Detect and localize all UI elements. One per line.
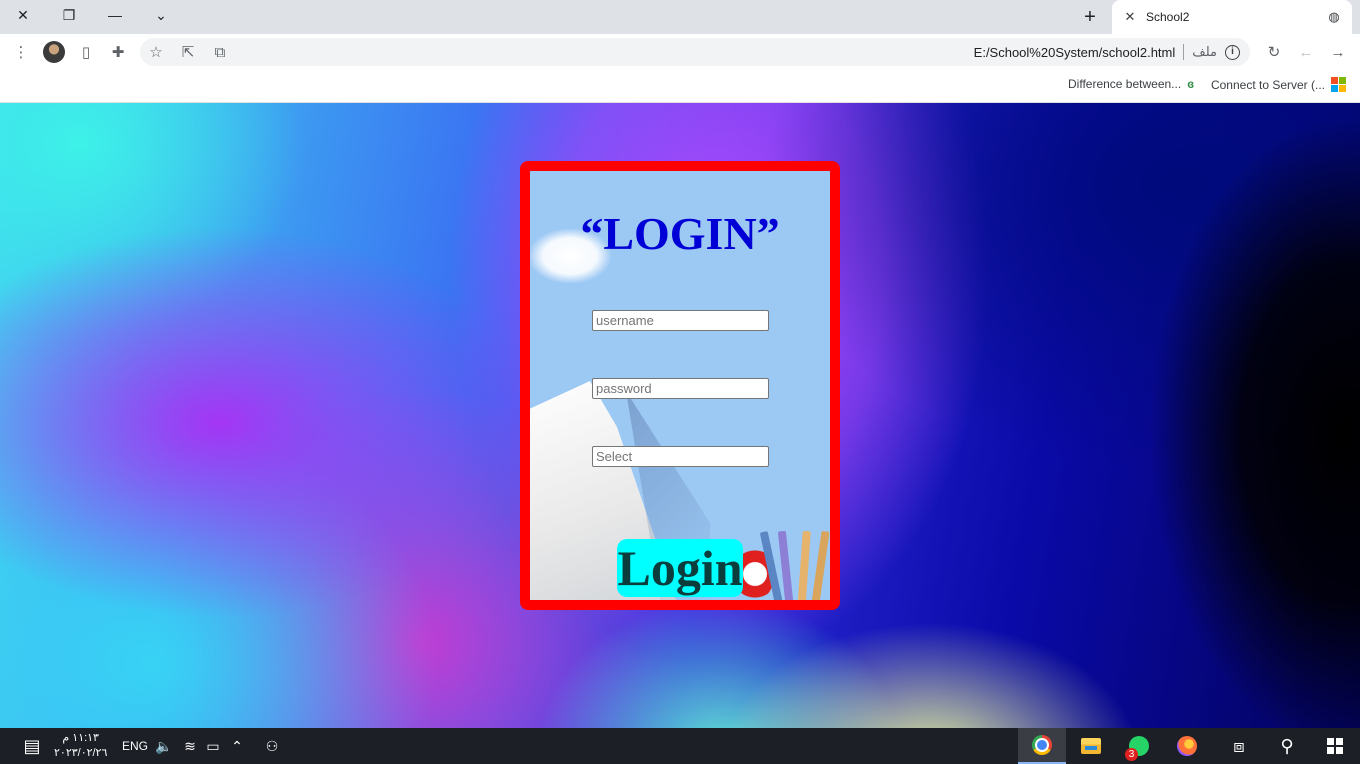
reload-icon[interactable]: ↻ [1262, 40, 1286, 64]
page-background: “LOGIN” Login [0, 103, 1360, 728]
notification-badge: 3 [1125, 748, 1138, 761]
tab-search-button[interactable]: ⌄ [138, 0, 184, 30]
bookmarks-bar: Difference between... ɞ Connect to Serve… [0, 70, 1360, 103]
volume-icon[interactable]: 🔈 [152, 728, 176, 764]
taskbar-clock[interactable]: ١١:١٣ م ٢٠٢٣/٠٢/٢٦ [54, 731, 107, 761]
chevron-up-icon[interactable]: ⌃ [226, 728, 248, 764]
cast-icon[interactable]: ⧉ [208, 40, 232, 64]
tab-strip: ✕ ❐ — ⌄ + ✕ School2 ◍ [0, 0, 1360, 34]
role-select-input[interactable] [592, 446, 769, 467]
plus-icon: + [1084, 5, 1096, 28]
whatsapp-icon: 3 [1125, 736, 1149, 761]
extensions-icon[interactable]: ✚ [106, 40, 130, 64]
tab-title: School2 [1146, 10, 1190, 24]
taskbar-firefox[interactable] [1164, 728, 1210, 764]
new-tab-button[interactable]: + [1076, 4, 1104, 30]
task-view-icon[interactable]: ⧈ [1216, 728, 1262, 764]
window-close-button[interactable]: ✕ [0, 0, 46, 30]
username-input[interactable] [592, 310, 769, 331]
share-icon[interactable]: ⇱ [176, 40, 200, 64]
notifications-icon[interactable]: ▤ [14, 728, 50, 764]
windows-icon [1327, 738, 1343, 754]
clock-time: ١١:١٣ م [62, 732, 99, 744]
globe-icon: ◍ [1328, 9, 1340, 24]
start-button[interactable] [1312, 728, 1358, 764]
taskbar-chrome[interactable] [1018, 728, 1066, 764]
people-icon[interactable]: ⚇ [260, 728, 284, 764]
back-icon[interactable]: ← [1294, 40, 1318, 64]
search-icon[interactable]: ⚲ [1264, 728, 1310, 764]
minimize-icon: — [108, 7, 122, 23]
menu-icon[interactable]: ⋮ [9, 40, 33, 64]
tab-close-icon[interactable]: ✕ [1122, 9, 1138, 25]
info-icon[interactable]: i [1225, 44, 1240, 60]
address-bar[interactable]: ☆ ⇱ ⧉ E:/School%20System/school2.html مل… [140, 38, 1250, 66]
file-label: ملف [1192, 44, 1217, 59]
side-panel-icon[interactable]: ▯ [74, 40, 98, 64]
window-restore-button[interactable]: ❐ [46, 0, 92, 30]
forward-icon[interactable]: → [1326, 40, 1350, 64]
taskbar: ▤ ١١:١٣ م ٢٠٢٣/٠٢/٢٦ ENG 🔈 ≋ ▭ ⌃ ⚇ 3 ⧈ ⚲ [0, 728, 1360, 764]
browser-toolbar: ⋮ ▯ ✚ ☆ ⇱ ⧉ E:/School%20System/school2.h… [0, 34, 1360, 70]
password-input[interactable] [592, 378, 769, 399]
folder-icon [1081, 738, 1101, 754]
chevron-down-icon: ⌄ [155, 6, 167, 23]
url-text: E:/School%20System/school2.html [973, 44, 1176, 60]
pencils-decoration [759, 521, 830, 600]
language-indicator[interactable]: ENG [120, 728, 150, 764]
close-icon: ✕ [17, 6, 29, 23]
firefox-icon [1177, 736, 1197, 756]
login-title: “LOGIN” [580, 208, 780, 259]
login-button[interactable]: Login [617, 539, 743, 597]
tab-school2[interactable]: ✕ School2 ◍ [1112, 0, 1352, 34]
url-divider [1183, 44, 1185, 60]
window-minimize-button[interactable]: — [92, 0, 138, 30]
wifi-icon[interactable]: ≋ [178, 728, 202, 764]
clock-date: ٢٠٢٣/٠٢/٢٦ [54, 747, 108, 759]
restore-icon: ❐ [62, 6, 76, 23]
chrome-icon [1032, 735, 1052, 755]
battery-icon[interactable]: ▭ [202, 728, 224, 764]
login-card: “LOGIN” Login [520, 161, 840, 610]
bookmark-difference-between[interactable]: Difference between... ɞ [1068, 77, 1194, 91]
avatar[interactable] [43, 41, 65, 63]
taskbar-whatsapp[interactable]: 3 [1116, 728, 1162, 764]
bookmark-label: Difference between... [1068, 77, 1182, 91]
microsoft-icon [1331, 77, 1346, 92]
star-icon[interactable]: ☆ [144, 40, 168, 64]
gfg-icon: ɞ [1187, 77, 1194, 91]
taskbar-file-explorer[interactable] [1068, 728, 1114, 764]
bookmark-label: Connect to Server (... [1210, 77, 1325, 92]
bookmark-connect-to-server[interactable]: Connect to Server (... [1211, 77, 1346, 92]
